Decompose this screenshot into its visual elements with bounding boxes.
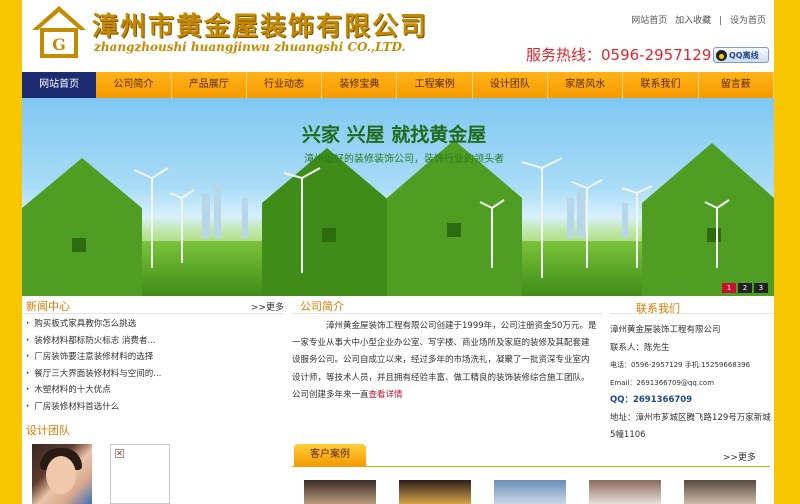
case-thumbnail[interactable] [304, 480, 376, 504]
contact-phone: 电话：0596-2957129 手机:15259668396 [610, 361, 751, 369]
about-text: 漳州黄金屋装饰工程有限公司创建于1999年，公司注册资金50万元。是一家专业从事… [292, 318, 597, 404]
link-separator: | [719, 16, 723, 26]
page: G 漳州市黄金屋装饰有限公司 zhangzhoushi huangjinwu z… [22, 0, 774, 504]
news-header: 新闻中心 >>更多 [22, 296, 284, 314]
nav-item-guestbook[interactable]: 留言薮 [699, 72, 774, 98]
nav-item-industry-news[interactable]: 行业动态 [247, 72, 323, 98]
qq-status-label: QQ离线 [729, 50, 759, 60]
slider-dot-3[interactable]: 3 [754, 283, 768, 293]
main-nav: 网站首页 公司简介 产品展厅 行业动态 装修宝典 工程案例 设计团队 家居风水 … [22, 72, 774, 98]
cases-section: 客户案例 >>更多 [292, 444, 770, 504]
design-team-section: 设计团队 ✕ [22, 418, 284, 504]
news-list: 购买板式家具教你怎么挑选 装修材料都标防火标志 消费者... 厂房装饰要注意装修… [26, 316, 161, 415]
about-body: 漳州黄金屋装饰工程有限公司创建于1999年，公司注册资金50万元。是一家专业从事… [292, 321, 597, 400]
case-thumbnail[interactable] [589, 480, 661, 504]
news-title: 新闻中心 [26, 300, 70, 313]
news-item[interactable]: 木塑材料的十大优点 [26, 382, 161, 399]
cases-more-link[interactable]: >>更多 [723, 450, 756, 463]
top-links: 网站首页 加入收藏 | 设为首页 [626, 13, 766, 26]
logo-house-icon: G [32, 6, 86, 58]
case-thumbnail[interactable] [684, 480, 756, 504]
nav-item-cases[interactable]: 工程案例 [397, 72, 473, 98]
about-header: 公司简介 [292, 296, 602, 314]
contact-lines: 漳州黄金屋装饰工程有限公司 联系人：陈先生 电话：0596-2957129 手机… [610, 322, 774, 445]
header: G 漳州市黄金屋装饰有限公司 zhangzhoushi huangjinwu z… [22, 0, 774, 70]
service-hotline: 服务热线：0596-2957129 [526, 46, 712, 64]
news-item[interactable]: 装修材料都标防火标志 消费者... [26, 333, 161, 350]
nav-item-decoration-guide[interactable]: 装修宝典 [322, 72, 398, 98]
about-detail-link[interactable]: 查看详情 [369, 390, 403, 400]
slider-pagination: 1 2 3 [722, 283, 768, 293]
nav-item-design-team[interactable]: 设计团队 [473, 72, 549, 98]
designer-photo[interactable] [32, 444, 92, 504]
nav-item-about[interactable]: 公司简介 [96, 72, 172, 98]
contact-company: 漳州黄金屋装饰工程有限公司 [610, 325, 721, 335]
nav-item-home[interactable]: 网站首页 [22, 72, 97, 98]
qq-status-button[interactable]: QQ离线 [713, 47, 769, 63]
banner-slogan: 兴家 兴屋 就找黄金屋 [302, 124, 487, 146]
hero-banner[interactable]: 兴家 兴屋 就找黄金屋 漳州最好的装修装饰公司，装饰行业的领头者 1 2 3 [22, 98, 774, 296]
news-item[interactable]: 购买板式家具教你怎么挑选 [26, 316, 161, 333]
case-thumbnail[interactable] [399, 480, 471, 504]
contact-address: 地址：漳州市芗城区腾飞路129号万家新城5幢1106 [610, 412, 771, 441]
slider-dot-2[interactable]: 2 [738, 283, 752, 293]
link-add-favorite[interactable]: 加入收藏 [675, 16, 711, 26]
about-title: 公司简介 [300, 300, 344, 313]
broken-image-icon: ✕ [115, 449, 124, 458]
link-home[interactable]: 网站首页 [631, 16, 667, 26]
case-thumbnail[interactable] [494, 480, 566, 504]
news-item[interactable]: 厂房装饰要注意装修材料的选择 [26, 349, 161, 366]
logo-text-cn: 漳州市黄金屋装饰有限公司 [92, 12, 429, 42]
nav-item-fengshui[interactable]: 家居风水 [548, 72, 624, 98]
team-title: 设计团队 [26, 424, 70, 437]
banner-subtitle: 漳州最好的装修装饰公司，装饰行业的领头者 [304, 154, 504, 165]
contact-person: 联系人：陈先生 [610, 342, 670, 353]
contact-header: 联系我们 [610, 296, 774, 315]
contact-email[interactable]: Email：2691366709@qq.com [610, 375, 774, 393]
nav-item-products[interactable]: 产品展厅 [172, 72, 247, 98]
nav-item-contact[interactable]: 联系我们 [623, 72, 699, 98]
team-header: 设计团队 [22, 418, 284, 437]
cases-tab[interactable]: 客户案例 [294, 444, 366, 466]
news-more-link[interactable]: >>更多 [251, 300, 284, 313]
logo-text-en: zhangzhoushi huangjinwu zhuangshi CO.,LT… [94, 40, 406, 54]
broken-image-placeholder[interactable]: ✕ [110, 444, 170, 504]
qq-penguin-icon [716, 49, 727, 61]
slider-dot-1[interactable]: 1 [722, 283, 736, 293]
contact-qq[interactable]: QQ：2691366709 [610, 392, 774, 410]
news-item[interactable]: 厂房装修材料首选什么 [26, 399, 161, 416]
contact-title: 联系我们 [636, 302, 680, 315]
news-item[interactable]: 餐厅三大界面装修材料与空间的... [26, 366, 161, 383]
cases-divider [292, 466, 770, 467]
svg-text:G: G [52, 35, 66, 54]
link-set-homepage[interactable]: 设为首页 [730, 16, 766, 26]
designer-face [46, 456, 76, 494]
